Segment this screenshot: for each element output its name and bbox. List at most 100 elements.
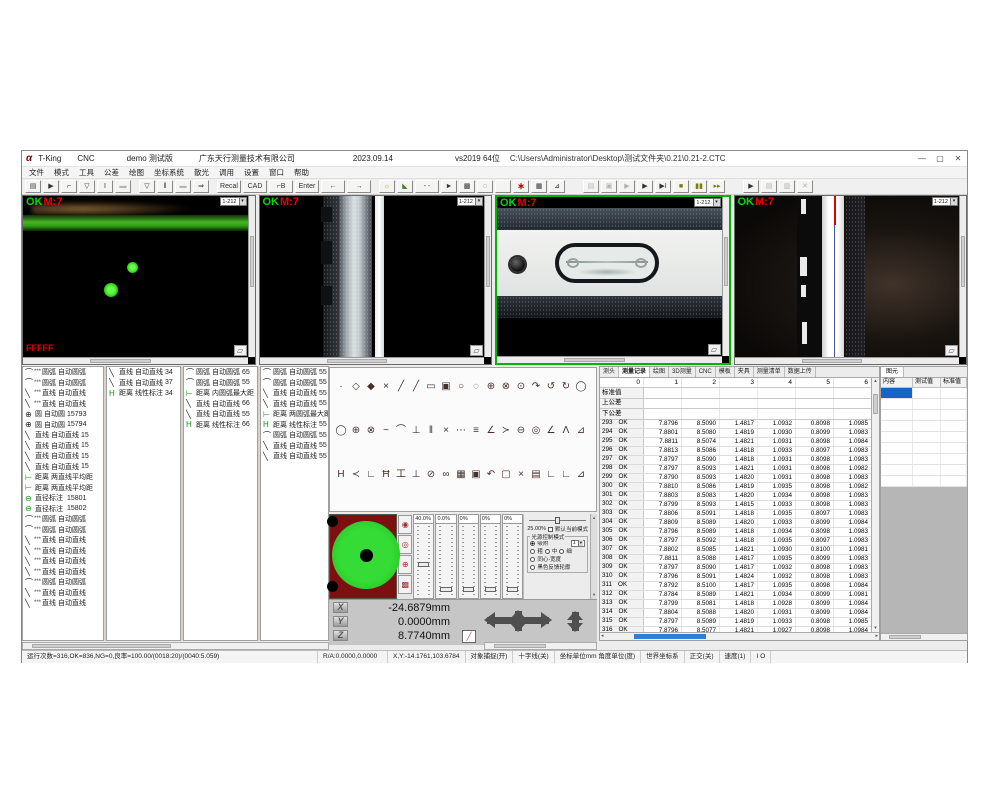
close-button[interactable]: ✕ xyxy=(949,152,967,166)
camera-horizontal-scrollbar[interactable] xyxy=(260,357,485,364)
measure-tool-icon[interactable]: ⌒ xyxy=(395,424,407,437)
measure-tool-icon[interactable]: ▣ xyxy=(470,468,482,481)
camera-vertical-scrollbar[interactable] xyxy=(248,196,255,357)
light-mode-button[interactable]: ◉ xyxy=(398,515,412,534)
fine-radio[interactable] xyxy=(559,549,564,554)
mid-radio[interactable] xyxy=(545,549,550,554)
toolbar-button[interactable]: ⌐ xyxy=(61,180,77,193)
toolbar-button[interactable]: Enter xyxy=(295,180,319,193)
table-row[interactable]: 307OK 7.88028.50851.48211.09300.81001.09… xyxy=(600,546,871,555)
snap-radio[interactable] xyxy=(530,541,535,546)
measure-tool-icon[interactable]: ◯ xyxy=(335,424,347,437)
elements-row[interactable] xyxy=(881,443,967,454)
jog-z-arrows[interactable] xyxy=(572,612,579,631)
camera-range-dropdown[interactable]: 1-212▾ xyxy=(457,197,483,206)
rotate-view-icon[interactable]: ▱ xyxy=(470,345,483,356)
menu-item[interactable]: 模式 xyxy=(54,167,69,178)
table-row[interactable]: 310OK 7.87968.50911.48241.09320.80981.09… xyxy=(600,573,871,582)
toolbar-button[interactable]: ▶ xyxy=(43,180,59,193)
table-row[interactable]: 299OK 7.87908.50931.48201.09310.80981.09… xyxy=(600,474,871,483)
slider-thumb[interactable] xyxy=(507,587,518,592)
measure-tool-icon[interactable]: ○ xyxy=(455,380,467,393)
feature-list-item[interactable]: ╲ 直线 自动直线 15 xyxy=(23,441,103,452)
menu-item[interactable]: 文件 xyxy=(29,167,44,178)
toolbar-button[interactable]: → xyxy=(347,180,371,193)
toolbar-button[interactable]: ■ xyxy=(673,180,689,193)
slider-thumb[interactable] xyxy=(440,587,451,592)
elements-row[interactable] xyxy=(881,432,967,443)
measure-tool-icon[interactable]: ∟ xyxy=(560,468,572,481)
table-row[interactable]: 298OK 7.87978.50931.48211.09310.80981.09… xyxy=(600,465,871,474)
measure-tool-icon[interactable]: ▢ xyxy=(500,468,512,481)
table-row[interactable]: 311OK 7.87928.51001.48171.09350.80981.09… xyxy=(600,582,871,591)
table-tab[interactable]: CNC xyxy=(696,367,716,377)
feature-list-item[interactable]: ╲ 直线 自动直线 55 xyxy=(261,441,328,452)
toolbar-button[interactable]: ▣ xyxy=(601,180,617,193)
camera-vertical-scrollbar[interactable] xyxy=(484,196,491,357)
camera-2[interactable]: OKM:7 1-212▾ ▱ xyxy=(259,195,493,365)
table-tab[interactable]: 绘图 xyxy=(650,367,669,377)
feature-list-item[interactable]: ╲ 直线 自动直线 34 xyxy=(107,367,180,378)
feature-list-item[interactable]: ╲ 直线 自动直线 66 xyxy=(184,399,257,410)
records-vertical-scrollbar[interactable]: ▴▾ xyxy=(871,378,879,632)
measure-tool-icon[interactable]: ⊙ xyxy=(515,380,527,393)
measure-tool-icon[interactable]: ∞ xyxy=(440,468,452,481)
feature-list-item[interactable]: ⌒ 圆弧 自动圆弧 55 xyxy=(184,378,257,389)
toolbar-button[interactable]: ▶ xyxy=(619,180,635,193)
feature-list-item[interactable]: H 距离 线性标注 34 xyxy=(107,388,180,399)
feature-list-item[interactable]: ⊖ 直径标注 15801 xyxy=(23,493,103,504)
table-row[interactable]: 315OK 7.87978.50891.48191.09330.80981.09… xyxy=(600,618,871,627)
measure-tool-icon[interactable]: ⊗ xyxy=(500,380,512,393)
measure-tool-icon[interactable]: ∠ xyxy=(485,424,497,437)
zoom-slider[interactable] xyxy=(529,516,586,524)
measure-tool-icon[interactable]: ⊕ xyxy=(350,424,362,437)
table-row[interactable]: 309OK 7.87978.50901.48171.09320.80981.09… xyxy=(600,564,871,573)
measure-tool-icon[interactable]: ≻ xyxy=(500,424,512,437)
menu-item[interactable]: 公差 xyxy=(104,167,119,178)
light-slider[interactable]: 0% xyxy=(480,514,501,599)
table-row[interactable]: 313OK 7.87998.50811.48181.09280.80991.09… xyxy=(600,600,871,609)
rotate-view-icon[interactable]: ▱ xyxy=(708,344,721,355)
measure-tool-icon[interactable]: Λ xyxy=(560,424,572,437)
feature-list-item[interactable]: ╲ 直线 自动直线 55 xyxy=(261,451,328,462)
feature-list-item[interactable]: ⌒ 圆弧 自动圆弧 55 xyxy=(261,367,328,378)
measure-tool-icon[interactable]: ↷ xyxy=(530,380,542,393)
measure-tool-icon[interactable]: ⊥ xyxy=(410,424,422,437)
feature-list-item[interactable]: ⌒ *** 圆弧 自动圆弧 xyxy=(23,525,103,536)
table-tab[interactable]: 3D测量 xyxy=(669,367,696,377)
camera-range-dropdown[interactable]: 1-212▾ xyxy=(932,197,958,206)
feature-list-item[interactable]: ╲ 直线 自动直线 55 xyxy=(184,409,257,420)
measure-tool-icon[interactable]: ▤ xyxy=(530,468,542,481)
measure-tool-icon[interactable]: ~ xyxy=(380,424,392,437)
table-row[interactable]: 302OK 7.87998.50931.48151.09330.80981.09… xyxy=(600,501,871,510)
camera-vertical-scrollbar[interactable] xyxy=(722,197,729,356)
light-mode-button[interactable]: ◎ xyxy=(398,535,412,554)
toolbar-button[interactable]: ▤ xyxy=(25,180,41,193)
camera-horizontal-scrollbar[interactable] xyxy=(23,357,248,364)
feature-list-item[interactable]: ⌒ 圆弧 自动圆弧 55 xyxy=(261,430,328,441)
measure-tool-icon[interactable]: ◇ xyxy=(350,380,362,393)
menu-item[interactable]: 窗口 xyxy=(269,167,284,178)
feature-list-item[interactable]: ╲ 直线 自动直线 37 xyxy=(107,378,180,389)
measure-tool-icon[interactable]: ◯ xyxy=(575,380,587,393)
feature-list-item[interactable]: ⌒ 圆弧 自动圆弧 65 xyxy=(184,367,257,378)
scrollbar-thumb[interactable] xyxy=(634,634,706,639)
slider-thumb[interactable] xyxy=(555,517,560,524)
elements-row[interactable] xyxy=(881,454,967,465)
feature-list-item[interactable]: H 距离 线性标注 66 xyxy=(184,420,257,431)
menu-item[interactable]: 帮助 xyxy=(294,167,309,178)
feature-list-item[interactable]: ╲ *** 直线 自动直线 xyxy=(23,588,103,599)
jog-y-arrows[interactable] xyxy=(515,611,522,631)
elements-row[interactable] xyxy=(881,388,967,399)
measure-tool-icon[interactable]: ⊿ xyxy=(575,424,587,437)
default-mode-checkbox[interactable] xyxy=(548,527,553,532)
toolbar-button[interactable]: ▽ xyxy=(139,180,155,193)
menu-item[interactable]: 工具 xyxy=(79,167,94,178)
toolbar-button[interactable]: ◌ xyxy=(477,180,493,193)
snap-value-dropdown[interactable]: 1▾ xyxy=(571,540,585,547)
feature-list-item[interactable]: ⌒ *** 圆弧 自动圆弧 xyxy=(23,378,103,389)
toolbar-button[interactable]: ▬ xyxy=(175,180,191,193)
feature-list-item[interactable]: ⊕ 圆 自动圆 15793 xyxy=(23,409,103,420)
records-horizontal-scrollbar[interactable]: ◂▸ xyxy=(600,632,879,640)
maximize-button[interactable]: ▢ xyxy=(931,152,949,166)
